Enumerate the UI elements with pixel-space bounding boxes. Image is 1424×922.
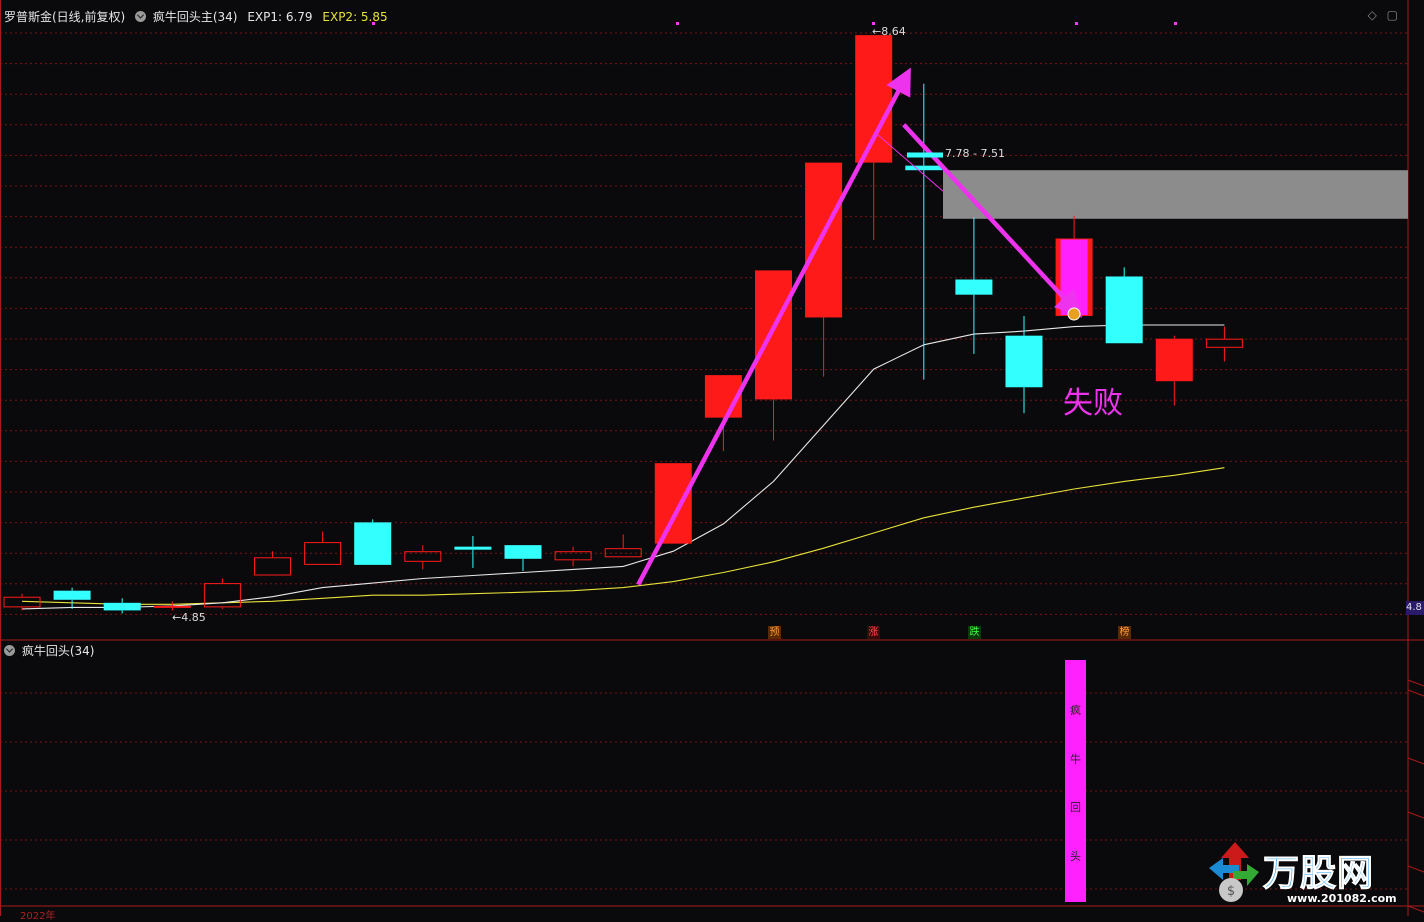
candle-body (654, 463, 692, 544)
axis-tick (1407, 865, 1424, 873)
top-marker-dot (872, 22, 875, 25)
candle-body (905, 165, 943, 171)
candles (3, 35, 1243, 614)
indicator-title[interactable]: 疯牛回头主(34) (153, 10, 238, 24)
candle (454, 536, 492, 568)
axis-tick (1407, 757, 1424, 765)
diamond-icon[interactable]: ◇ (1368, 8, 1377, 22)
candle-body (454, 546, 492, 550)
candle-body (1005, 335, 1043, 388)
sub-indicator-settings-icon[interactable] (4, 645, 15, 656)
top-marker-dot (1174, 22, 1177, 25)
candle-body (53, 590, 91, 600)
candle-body (755, 270, 792, 400)
current-price-tag: 4.8 (1406, 601, 1424, 615)
axis-tick (1407, 811, 1424, 819)
signal-marker-bang: 榜 (1118, 626, 1131, 639)
signal-marker-yu: 预 (768, 626, 781, 639)
candle (1155, 335, 1193, 406)
candle-body (103, 602, 141, 611)
watermark-name: 万股网 (1262, 853, 1375, 895)
fail-annotation: 失败 (1063, 386, 1123, 421)
zone-range-label: 7.78 - 7.51 (945, 147, 1005, 160)
exp1-value: EXP1: 6.79 (247, 10, 313, 24)
trend-arrow (636, 67, 911, 586)
moving-averages (21, 324, 1225, 610)
stock-title[interactable]: 罗普斯金(日线,前复权) (4, 10, 125, 24)
candle (504, 545, 542, 571)
vbar-char-2: 牛 (1070, 753, 1081, 766)
signal-bar-text: 疯 牛 回 头 (1065, 660, 1086, 902)
candlestick-chart: ←8.64 ←4.85 7.78 - 7.51 (0, 0, 1424, 916)
vbar-char-1: 疯 (1070, 704, 1081, 717)
candle (704, 375, 742, 452)
candle (1005, 315, 1043, 414)
candle (103, 598, 141, 614)
watermark-logo: $ 万股网 www.201082.com (1205, 838, 1401, 910)
date-axis (0, 908, 1424, 916)
indicator-settings-icon[interactable] (135, 11, 147, 22)
candle (1205, 326, 1243, 362)
candle (805, 162, 843, 377)
candle (304, 531, 342, 565)
signal-marker-die: 跌 (968, 626, 981, 639)
low-price-label: ←4.85 (172, 611, 206, 624)
vbar-char-3: 回 (1070, 801, 1081, 814)
date-axis-label: 2022年 (20, 911, 56, 922)
candle-body (254, 557, 291, 576)
vbar-char-4: 头 (1070, 850, 1081, 863)
candle-body (1105, 276, 1143, 344)
candle (554, 546, 592, 567)
candle-body (855, 35, 893, 163)
main-chart-header: 罗普斯金(日线,前复权) 疯牛回头主(34) EXP1: 6.79 EXP2: … (4, 8, 394, 24)
candle (203, 578, 241, 609)
svg-text:$: $ (1227, 884, 1235, 899)
top-marker-dot (676, 22, 679, 25)
candle-body (153, 605, 191, 608)
signal-marker-zhang: 涨 (867, 626, 880, 639)
resistance-zone (943, 170, 1408, 219)
candle-body (805, 162, 843, 318)
window-controls: ◇ ▢ (1362, 8, 1398, 22)
candle-body (504, 545, 542, 559)
resistance-zone-box (943, 170, 1408, 219)
candle-body (1155, 338, 1193, 382)
candle (404, 545, 442, 570)
money-bag-icon (1067, 307, 1081, 321)
candle (254, 551, 291, 576)
candle-body (955, 279, 993, 295)
candle-body (354, 522, 392, 565)
guide-line (877, 134, 945, 193)
top-marker-dot (372, 22, 375, 25)
sub-chart-header: 疯牛回头(34) (4, 642, 94, 658)
candle (153, 601, 191, 611)
candle (654, 463, 692, 544)
axis-tick (1407, 689, 1424, 697)
candle (604, 534, 642, 558)
sub-indicator-title[interactable]: 疯牛回头(34) (22, 644, 95, 658)
restore-icon[interactable]: ▢ (1387, 8, 1398, 22)
axis-tick (1407, 679, 1424, 687)
candle (905, 83, 943, 380)
candle (1105, 267, 1143, 344)
price-labels: ←8.64 ←4.85 7.78 - 7.51 (172, 25, 1081, 624)
high-price-label: ←8.64 (872, 25, 906, 38)
signal-candle-fill (1060, 239, 1088, 315)
candle-body (1205, 338, 1243, 348)
candle (53, 587, 91, 609)
exp2-value: EXP2: 5.85 (322, 10, 388, 24)
watermark-url: www.201082.com (1287, 892, 1397, 905)
bull-arrow-icon: $ (1209, 842, 1259, 902)
ma-short-line (21, 324, 1225, 610)
top-marker-dot (1075, 22, 1078, 25)
panel-borders (0, 0, 1424, 916)
candle (354, 519, 392, 565)
